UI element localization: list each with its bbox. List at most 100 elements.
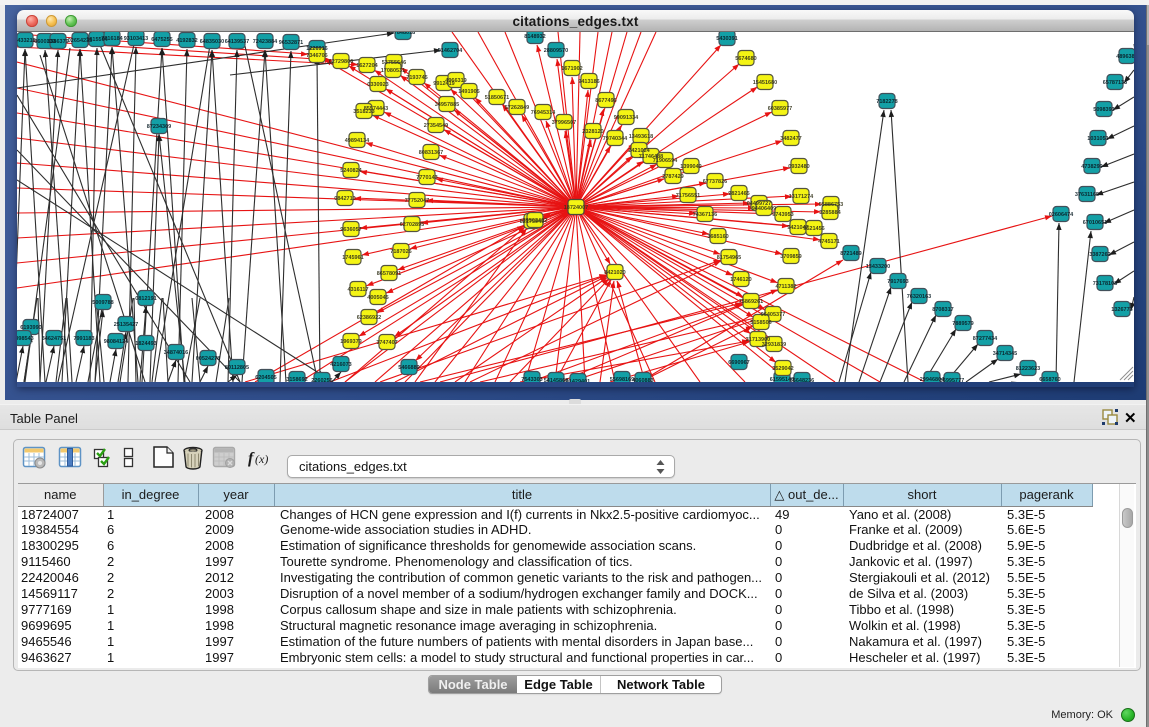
svg-text:0330923: 0330923 xyxy=(367,82,388,88)
svg-text:5466889: 5466889 xyxy=(398,365,419,371)
svg-text:5009788: 5009788 xyxy=(92,300,113,306)
svg-text:3518233: 3518233 xyxy=(353,109,374,115)
svg-text:6998543: 6998543 xyxy=(17,336,34,342)
svg-text:79740344: 79740344 xyxy=(603,136,628,142)
svg-text:67737826: 67737826 xyxy=(703,179,727,185)
svg-text:4896383: 4896383 xyxy=(1116,54,1134,60)
svg-text:1746120: 1746120 xyxy=(730,277,751,283)
svg-text:57262849: 57262849 xyxy=(505,105,529,111)
svg-text:5098393: 5098393 xyxy=(1093,107,1114,113)
svg-text:4966319: 4966319 xyxy=(445,78,466,84)
svg-text:64139537: 64139537 xyxy=(225,39,249,45)
svg-text:3285884: 3285884 xyxy=(819,210,841,216)
svg-text:7187026: 7187026 xyxy=(390,249,411,255)
svg-text:55886753: 55886753 xyxy=(819,202,843,208)
svg-text:62702895: 62702895 xyxy=(400,222,424,228)
svg-text:7991183: 7991183 xyxy=(73,336,94,342)
svg-text:0932480: 0932480 xyxy=(788,164,809,170)
svg-text:54145868: 54145868 xyxy=(544,378,568,382)
svg-text:65648236: 65648236 xyxy=(790,378,814,382)
svg-text:34957885: 34957885 xyxy=(435,102,459,108)
svg-text:8386379: 8386379 xyxy=(47,39,68,45)
svg-text:39502402: 39502402 xyxy=(523,218,547,224)
svg-text:4192832: 4192832 xyxy=(176,38,197,44)
svg-text:6690967: 6690967 xyxy=(728,360,749,366)
svg-text:34624751: 34624751 xyxy=(42,336,66,342)
svg-text:34714345: 34714345 xyxy=(993,351,1017,357)
svg-text:17080531: 17080531 xyxy=(381,68,405,74)
svg-text:96532871: 96532871 xyxy=(279,40,303,46)
svg-text:55698169: 55698169 xyxy=(610,377,634,382)
svg-text:34874016: 34874016 xyxy=(164,350,188,356)
svg-text:93103413: 93103413 xyxy=(124,36,148,42)
svg-text:6475255: 6475255 xyxy=(151,37,172,43)
svg-text:76945314: 76945314 xyxy=(531,110,556,116)
svg-text:9521456: 9521456 xyxy=(803,226,824,232)
svg-text:3529042: 3529042 xyxy=(772,366,793,372)
svg-text:37631165: 37631165 xyxy=(1075,192,1099,198)
svg-text:4738299: 4738299 xyxy=(1081,164,1102,170)
svg-text:6193990: 6193990 xyxy=(20,325,41,331)
svg-text:13493618: 13493618 xyxy=(629,134,653,140)
svg-text:72423884: 72423884 xyxy=(253,39,278,45)
svg-text:51462704: 51462704 xyxy=(438,48,463,54)
svg-text:1226916: 1226916 xyxy=(306,46,327,52)
svg-text:53755646: 53755646 xyxy=(382,60,406,66)
svg-text:4745171: 4745171 xyxy=(818,239,839,245)
svg-text:87277434: 87277434 xyxy=(973,336,998,342)
svg-text:0433218: 0433218 xyxy=(17,38,36,44)
svg-text:2260256: 2260256 xyxy=(311,378,332,382)
svg-text:7816184: 7816184 xyxy=(101,36,123,42)
svg-text:02606474: 02606474 xyxy=(1049,212,1074,218)
svg-text:4711382: 4711382 xyxy=(775,284,796,290)
svg-text:7770143: 7770143 xyxy=(416,175,437,181)
svg-text:98084124: 98084124 xyxy=(104,339,129,345)
svg-text:1745961: 1745961 xyxy=(342,255,363,261)
svg-text:01429401: 01429401 xyxy=(566,379,590,382)
svg-text:71756551: 71756551 xyxy=(676,193,700,199)
svg-text:3158692: 3158692 xyxy=(286,377,307,382)
svg-text:32931839: 32931839 xyxy=(762,342,786,348)
svg-text:36995777: 36995777 xyxy=(940,378,964,382)
svg-text:75869261: 75869261 xyxy=(739,299,763,305)
svg-text:74367136: 74367136 xyxy=(693,212,717,218)
svg-text:4005045: 4005045 xyxy=(367,295,388,301)
svg-text:8708317: 8708317 xyxy=(932,307,953,313)
svg-text:9821465: 9821465 xyxy=(728,191,749,197)
svg-text:60385977: 60385977 xyxy=(768,106,792,112)
svg-text:62386922: 62386922 xyxy=(357,315,381,321)
svg-text:7543303: 7543303 xyxy=(521,377,542,382)
svg-text:6204505: 6204505 xyxy=(255,375,276,381)
svg-text:8677496: 8677496 xyxy=(595,98,616,104)
svg-text:86578091: 86578091 xyxy=(377,271,401,277)
svg-text:8721489: 8721489 xyxy=(840,251,861,257)
svg-text:9743953: 9743953 xyxy=(772,212,793,218)
svg-text:3685160: 3685160 xyxy=(707,234,728,240)
svg-text:4316117: 4316117 xyxy=(347,287,368,293)
svg-text:97848018: 97848018 xyxy=(391,32,415,36)
svg-text:81754965: 81754965 xyxy=(717,255,741,261)
svg-text:9413186: 9413186 xyxy=(578,79,599,85)
svg-text:25135427: 25135427 xyxy=(114,322,138,328)
svg-text:1824493: 1824493 xyxy=(135,341,156,347)
svg-text:4060883: 4060883 xyxy=(632,378,653,382)
svg-text:64835030: 64835030 xyxy=(200,39,224,45)
svg-text:5240824: 5240824 xyxy=(340,168,362,174)
svg-text:71906594: 71906594 xyxy=(653,158,678,164)
svg-text:7889579: 7889579 xyxy=(952,321,973,327)
svg-text:80831367: 80831367 xyxy=(419,150,443,156)
svg-text:18724007: 18724007 xyxy=(564,205,588,211)
svg-text:99091334: 99091334 xyxy=(614,115,639,121)
svg-text:3387262: 3387262 xyxy=(1089,252,1110,258)
svg-text:0842710: 0842710 xyxy=(334,196,355,202)
svg-text:7917693: 7917693 xyxy=(887,279,908,285)
svg-text:5674680: 5674680 xyxy=(735,56,756,62)
svg-text:1399049: 1399049 xyxy=(680,164,701,170)
svg-text:2328120: 2328120 xyxy=(582,129,603,135)
svg-text:13433200: 13433200 xyxy=(866,264,890,270)
svg-text:81223623: 81223623 xyxy=(1016,366,1040,372)
svg-text:7346706: 7346706 xyxy=(306,53,327,59)
svg-text:51850671: 51850671 xyxy=(485,95,509,101)
svg-text:0812191: 0812191 xyxy=(135,296,156,302)
svg-text:27354549: 27354549 xyxy=(424,123,448,129)
